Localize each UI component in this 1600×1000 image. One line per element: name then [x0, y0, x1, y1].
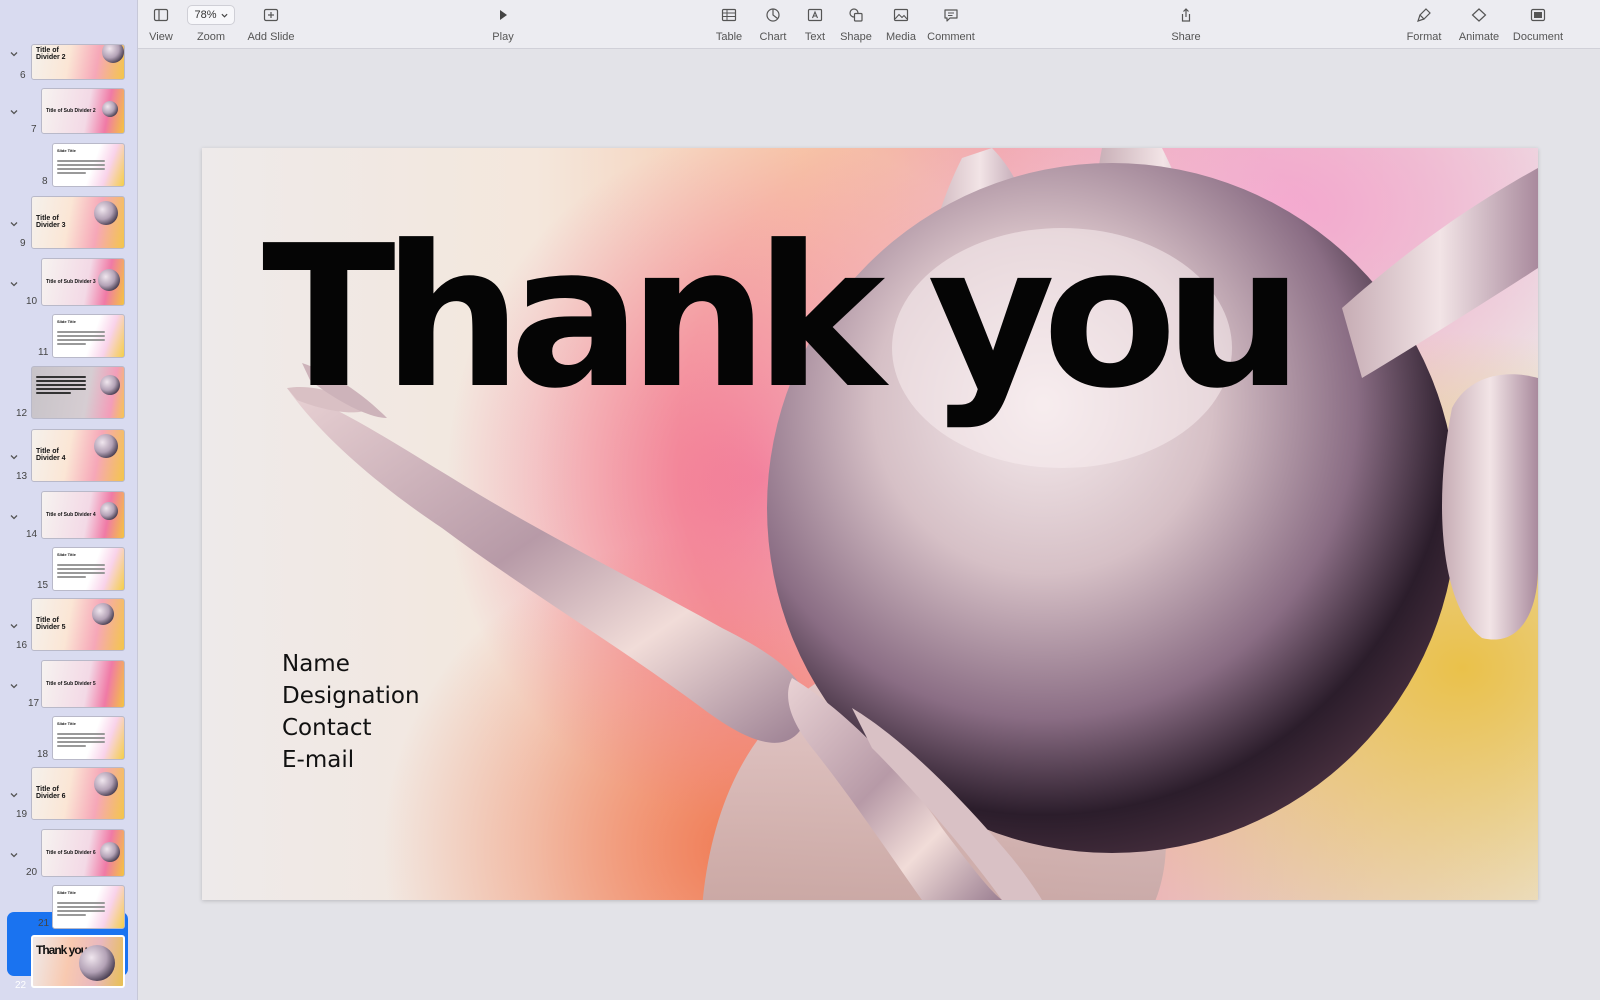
slide-thumbnail-12[interactable]: 12	[0, 366, 137, 421]
slide-thumbnail-6[interactable]: 6 Title of Divider 2	[0, 0, 137, 81]
slide-thumbnail-20[interactable]: 20 Title of Sub Divider 6	[0, 829, 137, 879]
slide-thumbnail-13[interactable]: 13 Title of Divider 4	[0, 429, 137, 484]
table-button[interactable]: Table	[712, 6, 746, 43]
chevron-down-icon[interactable]	[10, 682, 18, 690]
comment-icon	[941, 6, 961, 24]
slide-thumbnail-7[interactable]: 7 Title of Sub Divider 2	[0, 88, 137, 136]
slide-preview	[31, 366, 125, 419]
slide-thumbnail-16[interactable]: 16 Title of Divider 5	[0, 598, 137, 653]
slide-preview: Title of Sub Divider 5	[41, 660, 125, 708]
add-slide-icon	[261, 6, 281, 24]
chevron-down-icon[interactable]	[10, 513, 18, 521]
text-box-icon	[805, 6, 825, 24]
slide-number: 19	[16, 809, 28, 820]
chevron-down-icon[interactable]	[10, 453, 18, 461]
slide-preview: Title of Divider 4	[31, 429, 125, 482]
slide-preview: Title of Sub Divider 2	[41, 88, 125, 134]
slide-thumbnail-21[interactable]: 21 Slide Title	[0, 885, 137, 931]
chevron-down-icon[interactable]	[10, 791, 18, 799]
contact-details[interactable]: Name Designation Contact E-mail	[282, 648, 420, 776]
chart-button[interactable]: Chart	[756, 6, 790, 43]
slide-heading[interactable]: Thank you	[262, 220, 1304, 416]
slide-number: 8	[42, 176, 48, 187]
diamond-icon	[1469, 6, 1489, 24]
chart-icon	[763, 6, 783, 24]
slide-preview: Title of Divider 5	[31, 598, 125, 651]
table-icon	[719, 6, 739, 24]
zoom-control[interactable]: 78% Zoom	[186, 5, 236, 43]
slide-number: 21	[38, 918, 50, 929]
animate-button[interactable]: Animate	[1456, 6, 1502, 43]
chevron-down-icon[interactable]	[10, 622, 18, 630]
slide-preview: Title of Divider 3	[31, 196, 125, 249]
slide-preview: Slide Title	[52, 547, 125, 591]
shape-button[interactable]: Shape	[838, 6, 874, 43]
slide-number: 17	[28, 698, 40, 709]
slide-number: 15	[37, 580, 49, 591]
share-icon	[1176, 6, 1196, 24]
slide-number: 20	[26, 867, 38, 878]
slide-thumbnail-19[interactable]: 19 Title of Divider 6	[0, 767, 137, 822]
slide-number: 14	[26, 529, 38, 540]
sidebar-icon	[151, 6, 171, 24]
view-button[interactable]: View	[145, 6, 177, 43]
slide-preview: Slide Title	[52, 885, 125, 929]
slide-preview: Slide Title	[52, 716, 125, 760]
slide-number: 22	[15, 980, 27, 991]
zoom-select[interactable]: 78%	[187, 5, 235, 25]
slide-thumbnail-17[interactable]: 17 Title of Sub Divider 5	[0, 660, 137, 710]
slide-thumbnail-10[interactable]: 10 Title of Sub Divider 3	[0, 258, 137, 308]
contact-name: Name	[282, 651, 350, 677]
slide-number: 9	[20, 238, 26, 249]
chevron-down-icon	[220, 13, 228, 18]
slide-preview: Title of Divider 6	[31, 767, 125, 820]
slide-thumbnail-8[interactable]: 8 Slide Title	[0, 143, 137, 191]
chevron-down-icon[interactable]	[10, 220, 18, 228]
chevron-down-icon[interactable]	[10, 108, 18, 116]
text-button[interactable]: Text	[801, 6, 829, 43]
add-slide-button[interactable]: Add Slide	[243, 6, 299, 43]
play-button[interactable]: Play	[488, 6, 518, 43]
document-icon	[1528, 6, 1548, 24]
toolbar: View 78% Zoom Add Slide Play Table Chart…	[138, 0, 1600, 49]
paintbrush-icon	[1414, 6, 1434, 24]
slide-preview: Title of Sub Divider 3	[41, 258, 125, 306]
slide-thumbnail-22[interactable]: 22 Thank you	[0, 935, 137, 993]
slide-number: 10	[26, 296, 38, 307]
slide-preview: Slide Title	[52, 143, 125, 187]
image-icon	[891, 6, 911, 24]
slide-number: 12	[16, 408, 28, 419]
slide-thumbnail-15[interactable]: 15 Slide Title	[0, 547, 137, 595]
chevron-down-icon[interactable]	[10, 280, 18, 288]
media-button[interactable]: Media	[883, 6, 919, 43]
contact-designation: Designation	[282, 683, 420, 709]
slide-number: 13	[16, 471, 28, 482]
shape-icon	[846, 6, 866, 24]
contact-contact: Contact	[282, 715, 372, 741]
slide-preview: Thank you	[31, 935, 125, 988]
document-button[interactable]: Document	[1512, 6, 1564, 43]
slide-number: 7	[31, 124, 37, 135]
slide-thumbnail-9[interactable]: 9 Title of Divider 3	[0, 196, 137, 251]
slide-preview: Slide Title	[52, 314, 125, 358]
slide-number: 18	[37, 749, 49, 760]
chevron-down-icon[interactable]	[10, 851, 18, 859]
slide-thumbnail-14[interactable]: 14 Title of Sub Divider 4	[0, 491, 137, 541]
slide-thumbnail-18[interactable]: 18 Slide Title	[0, 716, 137, 764]
comment-button[interactable]: Comment	[926, 6, 976, 43]
format-button[interactable]: Format	[1404, 6, 1444, 43]
slide-number: 6	[20, 70, 26, 81]
slide-preview: Title of Sub Divider 4	[41, 491, 125, 539]
share-button[interactable]: Share	[1169, 6, 1203, 43]
chevron-down-icon[interactable]	[10, 50, 18, 58]
slide-canvas[interactable]: Thank you Name Designation Contact E-mai…	[202, 148, 1538, 900]
play-icon	[493, 6, 513, 24]
slide-number: 11	[38, 347, 49, 358]
contact-email: E-mail	[282, 747, 355, 773]
slide-navigator[interactable]: 6 Title of Divider 2 7 Title of Sub Divi…	[0, 0, 138, 1000]
slide-preview: Title of Sub Divider 6	[41, 829, 125, 877]
slide-thumbnail-11[interactable]: 11 Slide Title	[0, 314, 137, 362]
slide-number: 16	[16, 640, 28, 651]
slide-preview: Title of Divider 2	[31, 44, 125, 80]
